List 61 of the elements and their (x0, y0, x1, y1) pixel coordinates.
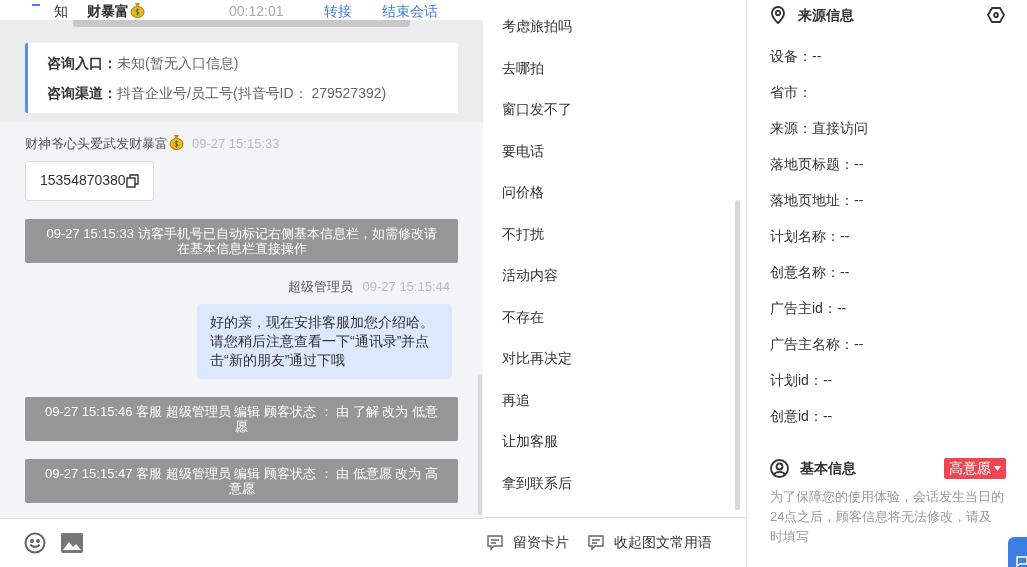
image-icon[interactable] (61, 533, 83, 553)
system-notice: 09-27 15:15:47 客服 超级管理员 编辑 顾客状态 ： 由 低意愿 改为 高意愿 (25, 459, 458, 503)
source-field: 落地页地址：-- (770, 182, 1005, 218)
source-field: 广告主名称：-- (770, 326, 1005, 362)
quick-reply-item[interactable]: 不打扰 (502, 213, 746, 255)
quick-reply-item[interactable]: 拿到联系后 (502, 462, 746, 504)
quick-reply-item[interactable]: 再追 (502, 379, 746, 421)
footer-tool-button[interactable]: 留资卡片 (486, 532, 569, 553)
quick-reply-item[interactable]: 不存在 (502, 296, 746, 338)
source-field: 省市： (770, 74, 1005, 110)
source-field: 计划id：-- (770, 362, 1005, 398)
message-time: 09-27 15:15:44 (362, 277, 450, 296)
footer-tool-button[interactable]: 收起图文常用语 (587, 532, 712, 553)
location-pin-icon (770, 6, 786, 24)
system-notice: 09-27 15:15:46 客服 超级管理员 编辑 顾客状态 ： 由 了解 改为 低意愿 (25, 397, 458, 441)
sender-name: 财神爷心头爱武发财暴富 (25, 134, 184, 154)
quick-reply-item[interactable]: 让加客服 (502, 421, 746, 463)
copy-icon[interactable] (125, 173, 139, 188)
quick-reply-item[interactable]: 窗口发不了 (502, 89, 746, 131)
notice-text: 为了保障您的使用体验，会话发生当日的24点之后，顾客信息将无法修改，请及时填写 (770, 488, 1005, 546)
menu-mark (32, 4, 40, 6)
message-bubble: 好的亲，现在安排客服加您介绍哈。请您稍后注意查看一下“通讯录”并点击“新的朋友”通过下哦 (197, 304, 452, 379)
quick-reply-item[interactable]: 对比再决定 (502, 338, 746, 380)
floating-chat-button[interactable] (1008, 537, 1027, 567)
entry-value: 抖音企业号/员工号(抖音号ID： 279527392) (117, 84, 387, 103)
visitor-name: 财暴富 (87, 2, 145, 20)
avatar-text: 知 (54, 2, 68, 20)
section-title: 来源信息 (798, 5, 854, 25)
status-tag[interactable]: 高意愿 (944, 457, 1006, 479)
caret-icon (994, 465, 1001, 471)
user-icon (770, 458, 789, 478)
message-icon (486, 534, 504, 551)
money-bag-icon (169, 134, 184, 150)
message-time: 09-27 15:15:33 (192, 135, 280, 153)
source-field: 创意id：-- (770, 398, 1005, 434)
phone-number: 15354870380 (40, 171, 126, 190)
chat-icon (1016, 555, 1027, 567)
message-icon (587, 534, 605, 551)
source-field: 来源：直接访问 (770, 110, 1005, 146)
header-action-link[interactable]: 结束会话 (381, 2, 438, 20)
quick-reply-item[interactable]: 活动内容 (502, 255, 746, 297)
quick-reply-item[interactable]: 要电话 (502, 130, 746, 172)
emoji-icon[interactable] (24, 532, 46, 554)
entry-value: 未知(暂无入口信息) (117, 54, 239, 73)
hexagon-settings-icon[interactable] (987, 7, 1005, 23)
system-notice: 09-27 15:15:33 访客手机号已自动标记右侧基本信息栏，如需修改请在基本信息栏直接操作 (25, 218, 458, 263)
source-field: 设备：-- (770, 38, 1005, 74)
quick-reply-item[interactable]: 去哪拍 (502, 47, 746, 89)
source-field: 创意名称：-- (770, 254, 1005, 290)
entry-label: 咨询渠道： (47, 84, 117, 103)
quick-reply-item[interactable]: 考虑旅拍吗 (502, 6, 746, 48)
section-title: 基本信息 (800, 458, 856, 478)
entry-label: 咨询入口： (47, 54, 117, 73)
session-duration: 00:12:01 (229, 2, 284, 20)
header-action-link[interactable]: 转接 (323, 2, 352, 20)
source-field: 广告主id：-- (770, 290, 1005, 326)
sender-name: 超级管理员 (287, 277, 353, 296)
quick-reply-item[interactable]: 问价格 (502, 172, 746, 214)
source-field: 计划名称：-- (770, 218, 1005, 254)
source-field: 落地页标题：-- (770, 146, 1005, 182)
money-bag-icon (130, 2, 145, 18)
